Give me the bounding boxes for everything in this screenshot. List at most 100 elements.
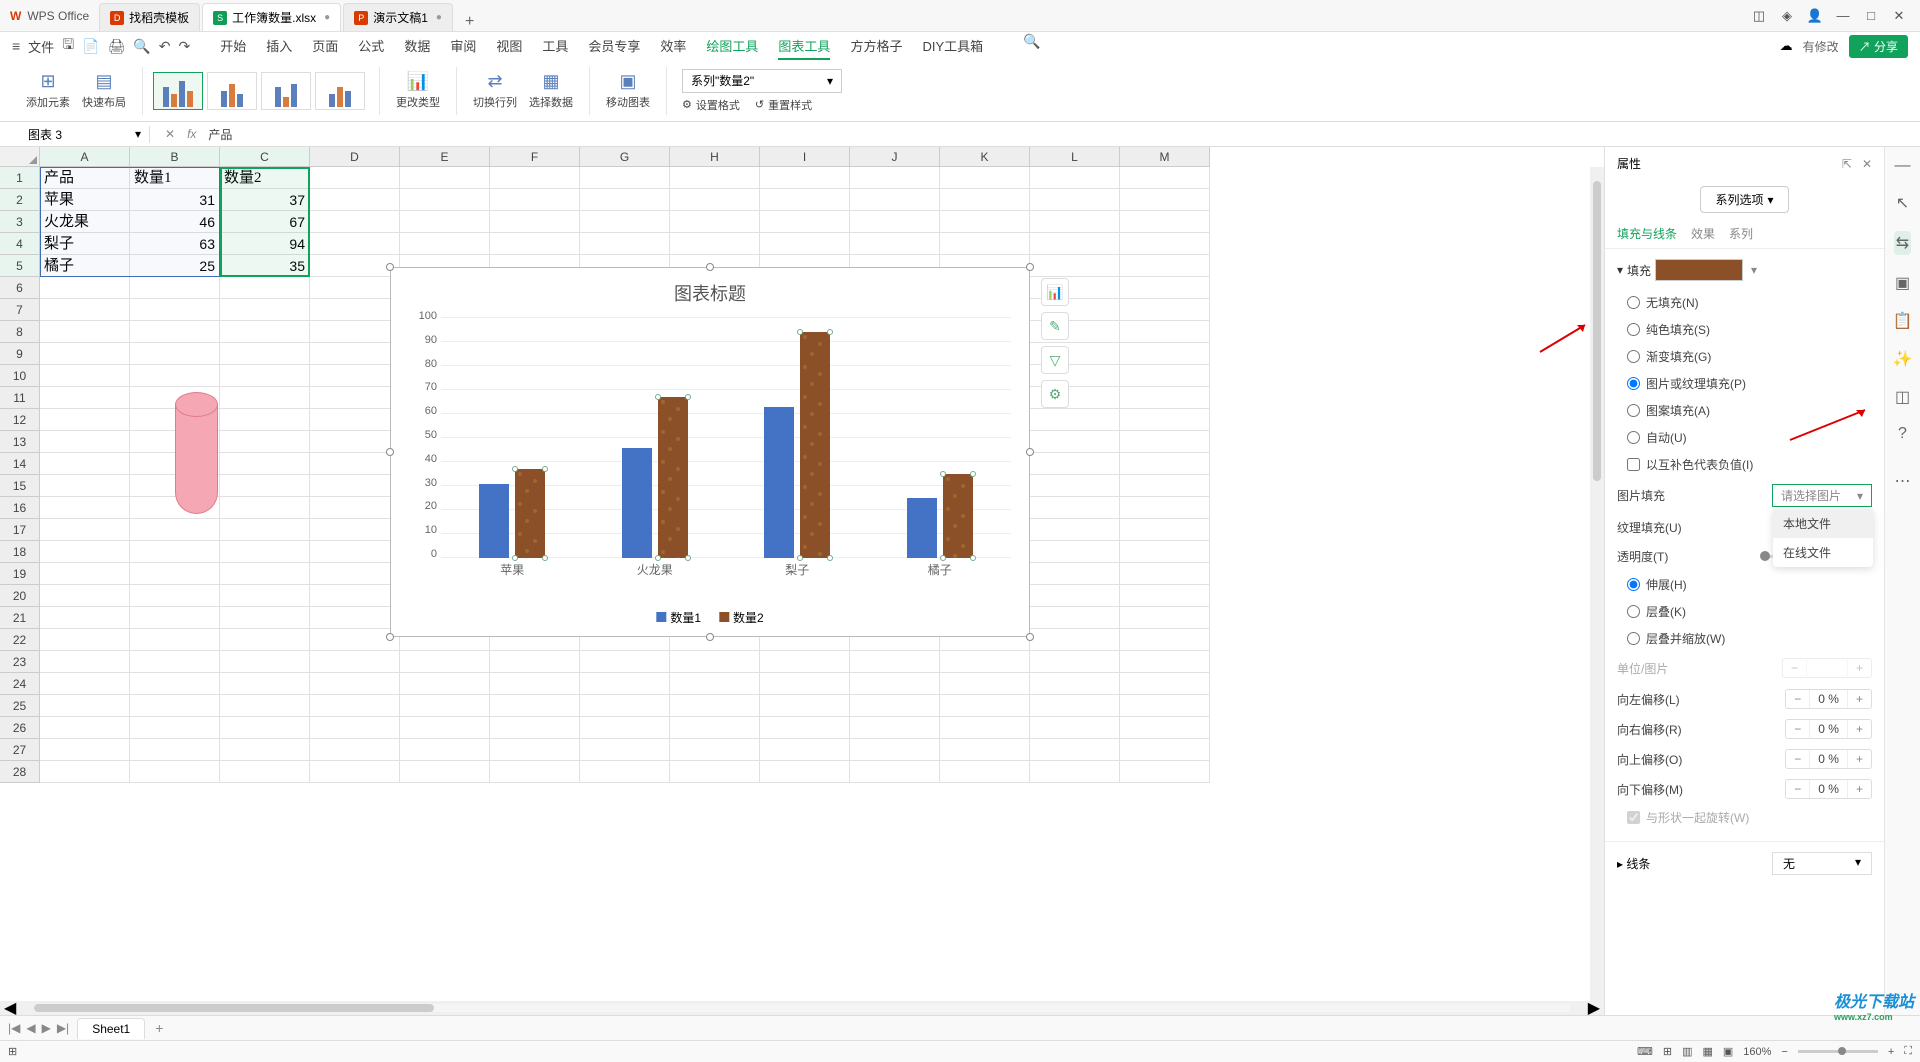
tab-page[interactable]: 页面: [312, 33, 338, 60]
cell[interactable]: [1120, 519, 1210, 541]
cell[interactable]: [40, 431, 130, 453]
col-header[interactable]: K: [940, 147, 1030, 167]
fill-pattern-radio[interactable]: 图案填充(A): [1617, 397, 1872, 424]
fx-icon[interactable]: fx: [187, 127, 196, 141]
chart-elements-button[interactable]: 📊: [1041, 278, 1069, 306]
cell[interactable]: [580, 211, 670, 233]
cell[interactable]: [1030, 607, 1120, 629]
fill-section-header[interactable]: ▾ 填充 ▾: [1617, 259, 1872, 281]
cell[interactable]: 46: [130, 211, 220, 233]
bar-series1[interactable]: [479, 484, 509, 558]
view-page-icon[interactable]: ▦: [1702, 1045, 1712, 1058]
cell[interactable]: [580, 167, 670, 189]
cell[interactable]: 63: [130, 233, 220, 255]
row-header[interactable]: 20: [0, 585, 40, 607]
cell[interactable]: [1120, 343, 1210, 365]
cell[interactable]: [760, 739, 850, 761]
dec-button[interactable]: −: [1786, 690, 1810, 708]
bar-group[interactable]: [900, 474, 980, 558]
legend-entry[interactable]: 数量1: [656, 609, 701, 626]
cell[interactable]: 94: [220, 233, 310, 255]
cell[interactable]: [220, 673, 310, 695]
tab-start[interactable]: 开始: [220, 33, 246, 60]
row-header[interactable]: 25: [0, 695, 40, 717]
cell[interactable]: [1120, 167, 1210, 189]
cell[interactable]: [130, 541, 220, 563]
cylinder-shape[interactable]: [175, 392, 218, 517]
tab-fill-line[interactable]: 填充与线条: [1617, 225, 1677, 242]
fill-solid-radio[interactable]: 纯色填充(S): [1617, 316, 1872, 343]
cell[interactable]: [760, 233, 850, 255]
cell[interactable]: [1120, 409, 1210, 431]
col-header[interactable]: B: [130, 147, 220, 167]
row-header[interactable]: 14: [0, 453, 40, 475]
row-header[interactable]: 7: [0, 299, 40, 321]
row-header[interactable]: 8: [0, 321, 40, 343]
cell[interactable]: [670, 695, 760, 717]
cell[interactable]: [1030, 585, 1120, 607]
cell[interactable]: [1120, 233, 1210, 255]
cell[interactable]: [1030, 541, 1120, 563]
row-header[interactable]: 16: [0, 497, 40, 519]
tab-efficiency[interactable]: 效率: [660, 33, 686, 60]
inc-button[interactable]: +: [1847, 750, 1871, 768]
cell[interactable]: [1120, 607, 1210, 629]
view-normal-icon[interactable]: ⊞: [1663, 1045, 1672, 1058]
bar-series1[interactable]: [907, 498, 937, 558]
cell[interactable]: [1120, 299, 1210, 321]
cell[interactable]: [580, 233, 670, 255]
tab-series[interactable]: 系列: [1729, 225, 1753, 242]
cell[interactable]: [40, 299, 130, 321]
fill-none-radio[interactable]: 无填充(N): [1617, 289, 1872, 316]
cell[interactable]: [940, 739, 1030, 761]
tools-icon[interactable]: ✨: [1893, 349, 1913, 369]
cell[interactable]: [1030, 453, 1120, 475]
cell[interactable]: [130, 651, 220, 673]
pin-icon[interactable]: ⇱: [1842, 157, 1852, 171]
cell[interactable]: [220, 409, 310, 431]
vertical-scrollbar[interactable]: [1590, 167, 1604, 1001]
cell[interactable]: [1030, 233, 1120, 255]
cell[interactable]: [40, 365, 130, 387]
print-icon[interactable]: 🖨: [108, 38, 126, 55]
cell[interactable]: [1120, 717, 1210, 739]
bar-series2[interactable]: [658, 397, 688, 558]
cell[interactable]: [1120, 651, 1210, 673]
cell[interactable]: [1120, 365, 1210, 387]
cell[interactable]: [1120, 321, 1210, 343]
cell[interactable]: [40, 607, 130, 629]
cell[interactable]: [490, 167, 580, 189]
zoom-slider[interactable]: [1798, 1050, 1878, 1053]
cell[interactable]: [1120, 255, 1210, 277]
cell[interactable]: [400, 695, 490, 717]
move-chart-button[interactable]: ▣移动图表: [600, 71, 656, 110]
line-style-dropdown[interactable]: 无▾: [1772, 852, 1872, 875]
fullscreen-icon[interactable]: ⛶: [1904, 1045, 1912, 1058]
cell[interactable]: 31: [130, 189, 220, 211]
cell[interactable]: [310, 607, 400, 629]
cell[interactable]: [400, 189, 490, 211]
name-box[interactable]: 图表 3▾: [20, 126, 150, 143]
row-header[interactable]: 3: [0, 211, 40, 233]
bar-group[interactable]: [757, 332, 837, 558]
cell[interactable]: [310, 695, 400, 717]
cell[interactable]: [400, 651, 490, 673]
cell[interactable]: [130, 365, 220, 387]
cell[interactable]: 橘子: [40, 255, 130, 277]
preview-icon[interactable]: 🔍: [133, 38, 150, 55]
col-header[interactable]: F: [490, 147, 580, 167]
cell[interactable]: [580, 189, 670, 211]
chart-style-thumb[interactable]: [261, 72, 311, 110]
cell[interactable]: [310, 475, 400, 497]
cell[interactable]: [130, 629, 220, 651]
offset-value[interactable]: 0 %: [1810, 780, 1847, 798]
cell[interactable]: [580, 673, 670, 695]
add-sheet-button[interactable]: +: [145, 1020, 173, 1036]
cell[interactable]: [850, 761, 940, 783]
chart-style-button[interactable]: ✎: [1041, 312, 1069, 340]
more-icon[interactable]: ⋯: [1895, 471, 1911, 491]
tab-ffgz[interactable]: 方方格子: [850, 33, 902, 60]
cell[interactable]: [40, 541, 130, 563]
cell[interactable]: 数量2: [220, 167, 310, 189]
inc-button[interactable]: +: [1847, 780, 1871, 798]
